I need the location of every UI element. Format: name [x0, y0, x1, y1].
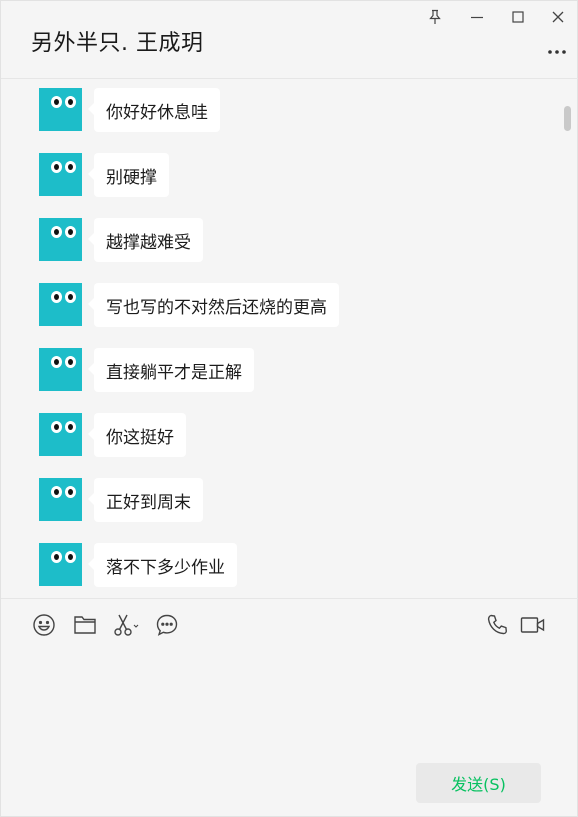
avatar[interactable] [39, 413, 82, 456]
pin-icon [428, 9, 442, 25]
video-call-button[interactable] [519, 613, 547, 641]
chat-history-button[interactable] [153, 613, 181, 641]
message-bubble[interactable]: 落不下多少作业 [88, 543, 237, 587]
video-camera-icon [520, 615, 546, 639]
message-item: 越撑越难受 [39, 218, 203, 262]
phone-icon [486, 613, 510, 641]
message-list[interactable]: 你好好休息哇 别硬撑 越撑越难受 写也写的不对然后还烧的更高 直接躺平才是正解 … [1, 80, 578, 598]
message-item: 正好到周末 [39, 478, 203, 522]
avatar[interactable] [39, 348, 82, 391]
input-toolbar [1, 598, 578, 654]
message-bubble[interactable]: 正好到周末 [88, 478, 203, 522]
file-button[interactable] [71, 613, 99, 641]
message-item: 你这挺好 [39, 413, 186, 457]
chat-window: 另外半只. 王成玥 你好好休息哇 别硬撑 越撑越难受 写也写的不对然后还烧的更高… [0, 0, 578, 817]
scrollbar-thumb[interactable] [564, 106, 571, 131]
message-bubble[interactable]: 你好好休息哇 [88, 88, 220, 132]
avatar[interactable] [39, 543, 82, 586]
message-item: 别硬撑 [39, 153, 169, 197]
chat-title: 另外半只. 王成玥 [31, 31, 204, 56]
emoji-button[interactable] [30, 613, 58, 641]
avatar[interactable] [39, 218, 82, 261]
avatar[interactable] [39, 478, 82, 521]
message-item: 落不下多少作业 [39, 543, 237, 587]
chat-header: 另外半只. 王成玥 [1, 1, 578, 79]
maximize-icon [511, 10, 525, 24]
send-button[interactable]: 发送(S) [416, 763, 541, 803]
minimize-button[interactable] [457, 1, 497, 33]
close-button[interactable] [538, 1, 578, 33]
close-icon [551, 10, 565, 24]
message-bubble[interactable]: 直接躺平才是正解 [88, 348, 254, 392]
avatar[interactable] [39, 153, 82, 196]
avatar[interactable] [39, 283, 82, 326]
message-bubble[interactable]: 你这挺好 [88, 413, 186, 457]
pin-button[interactable] [415, 1, 455, 33]
chat-bubble-icon [155, 613, 179, 641]
emoji-icon [32, 613, 56, 641]
message-item: 直接躺平才是正解 [39, 348, 254, 392]
scissors-icon [112, 613, 140, 641]
minimize-icon [470, 10, 484, 24]
folder-icon [73, 614, 97, 640]
message-bubble[interactable]: 越撑越难受 [88, 218, 203, 262]
voice-call-button[interactable] [484, 613, 512, 641]
message-item: 你好好休息哇 [39, 88, 220, 132]
avatar[interactable] [39, 88, 82, 131]
message-bubble[interactable]: 写也写的不对然后还烧的更高 [88, 283, 339, 327]
message-bubble[interactable]: 别硬撑 [88, 153, 169, 197]
more-icon [547, 40, 567, 59]
screenshot-button[interactable] [112, 613, 140, 641]
maximize-button[interactable] [498, 1, 538, 33]
more-button[interactable] [545, 39, 569, 59]
message-item: 写也写的不对然后还烧的更高 [39, 283, 339, 327]
message-input[interactable] [1, 654, 578, 754]
